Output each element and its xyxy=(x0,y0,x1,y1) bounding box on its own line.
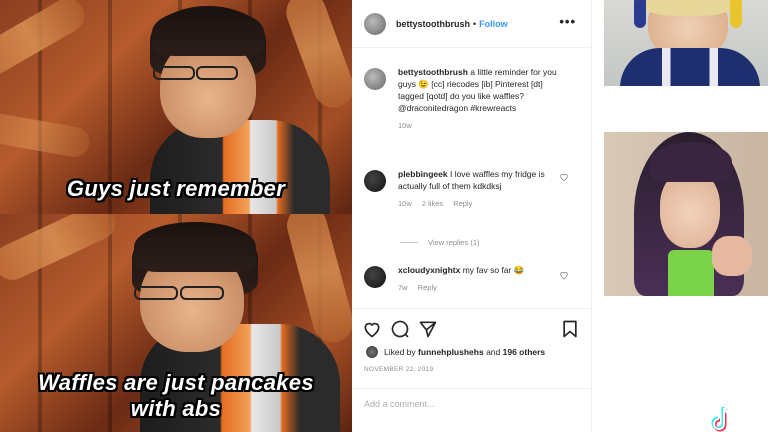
meme-caption-bottom-2: with abs xyxy=(130,396,222,421)
post-username[interactable]: bettystoothbrush xyxy=(396,19,470,29)
post-header: bettystoothbrush • Follow ••• xyxy=(352,0,592,48)
comment-item: xcloudyxnightx my fav so far 😂 7w Reply xyxy=(364,264,584,294)
meme-panel-bottom: Waffles are just pancakes with abs xyxy=(0,214,352,432)
comment-heart-icon[interactable] xyxy=(559,270,569,280)
view-replies-label: View replies (1) xyxy=(428,238,480,247)
likes-user[interactable]: funnehplushehs xyxy=(418,347,484,357)
comment-item: plebbingeek I love waffles my fridge is … xyxy=(364,168,584,210)
bookmark-icon[interactable] xyxy=(560,319,580,339)
likes-prefix: Liked by xyxy=(384,347,416,357)
comment-time: 7w xyxy=(398,283,408,292)
heart-icon[interactable] xyxy=(362,319,382,339)
follow-button[interactable]: Follow xyxy=(479,19,508,29)
comment-username[interactable]: xcloudyxnightx xyxy=(398,265,460,275)
avatar[interactable] xyxy=(364,12,386,35)
meme-caption-bottom-1: Waffles are just pancakes xyxy=(38,370,314,395)
likes-and: and xyxy=(486,347,501,357)
meme-image: Guys just remember Waffles are just panc… xyxy=(0,0,352,432)
avatar[interactable] xyxy=(366,346,378,358)
caption-time: 10w xyxy=(398,121,412,130)
share-icon[interactable] xyxy=(418,319,438,339)
comment-time: 10w xyxy=(398,199,412,208)
post-date: NOVEMBER 22, 2019 xyxy=(364,366,434,373)
caption-username[interactable]: bettystoothbrush xyxy=(398,67,468,77)
meme-caption-top: Guys just remember xyxy=(66,176,286,201)
meme-panel-top: Guys just remember xyxy=(0,0,352,214)
comment-username[interactable]: plebbingeek xyxy=(398,169,448,179)
avatar[interactable] xyxy=(364,266,386,288)
comment-heart-icon[interactable] xyxy=(559,172,569,182)
view-replies-button[interactable]: View replies (1) xyxy=(400,238,480,247)
avatar[interactable] xyxy=(364,170,386,192)
more-icon[interactable]: ••• xyxy=(559,14,576,29)
tiktok-logo-icon xyxy=(711,407,733,432)
reply-button[interactable]: Reply xyxy=(453,199,472,208)
add-comment-input[interactable]: Add a comment... xyxy=(352,388,592,432)
post-actions-bar xyxy=(352,308,592,348)
comment-likes[interactable]: 2 likes xyxy=(422,199,443,208)
webcam-2 xyxy=(604,132,768,296)
instagram-post-panel: bettystoothbrush • Follow ••• bettystoot… xyxy=(352,0,592,432)
likes-others[interactable]: 196 others xyxy=(503,347,546,357)
reply-button[interactable]: Reply xyxy=(418,283,437,292)
post-caption: bettystoothbrush a little reminder for y… xyxy=(364,66,584,132)
separator-dot: • xyxy=(473,18,477,29)
webcam-1 xyxy=(604,0,768,86)
comment-text: my fav so far 😂 xyxy=(462,265,525,275)
likes-summary: Liked by funnehplushehs and 196 others xyxy=(366,346,545,358)
avatar[interactable] xyxy=(364,68,386,90)
comment-icon[interactable] xyxy=(390,319,410,339)
